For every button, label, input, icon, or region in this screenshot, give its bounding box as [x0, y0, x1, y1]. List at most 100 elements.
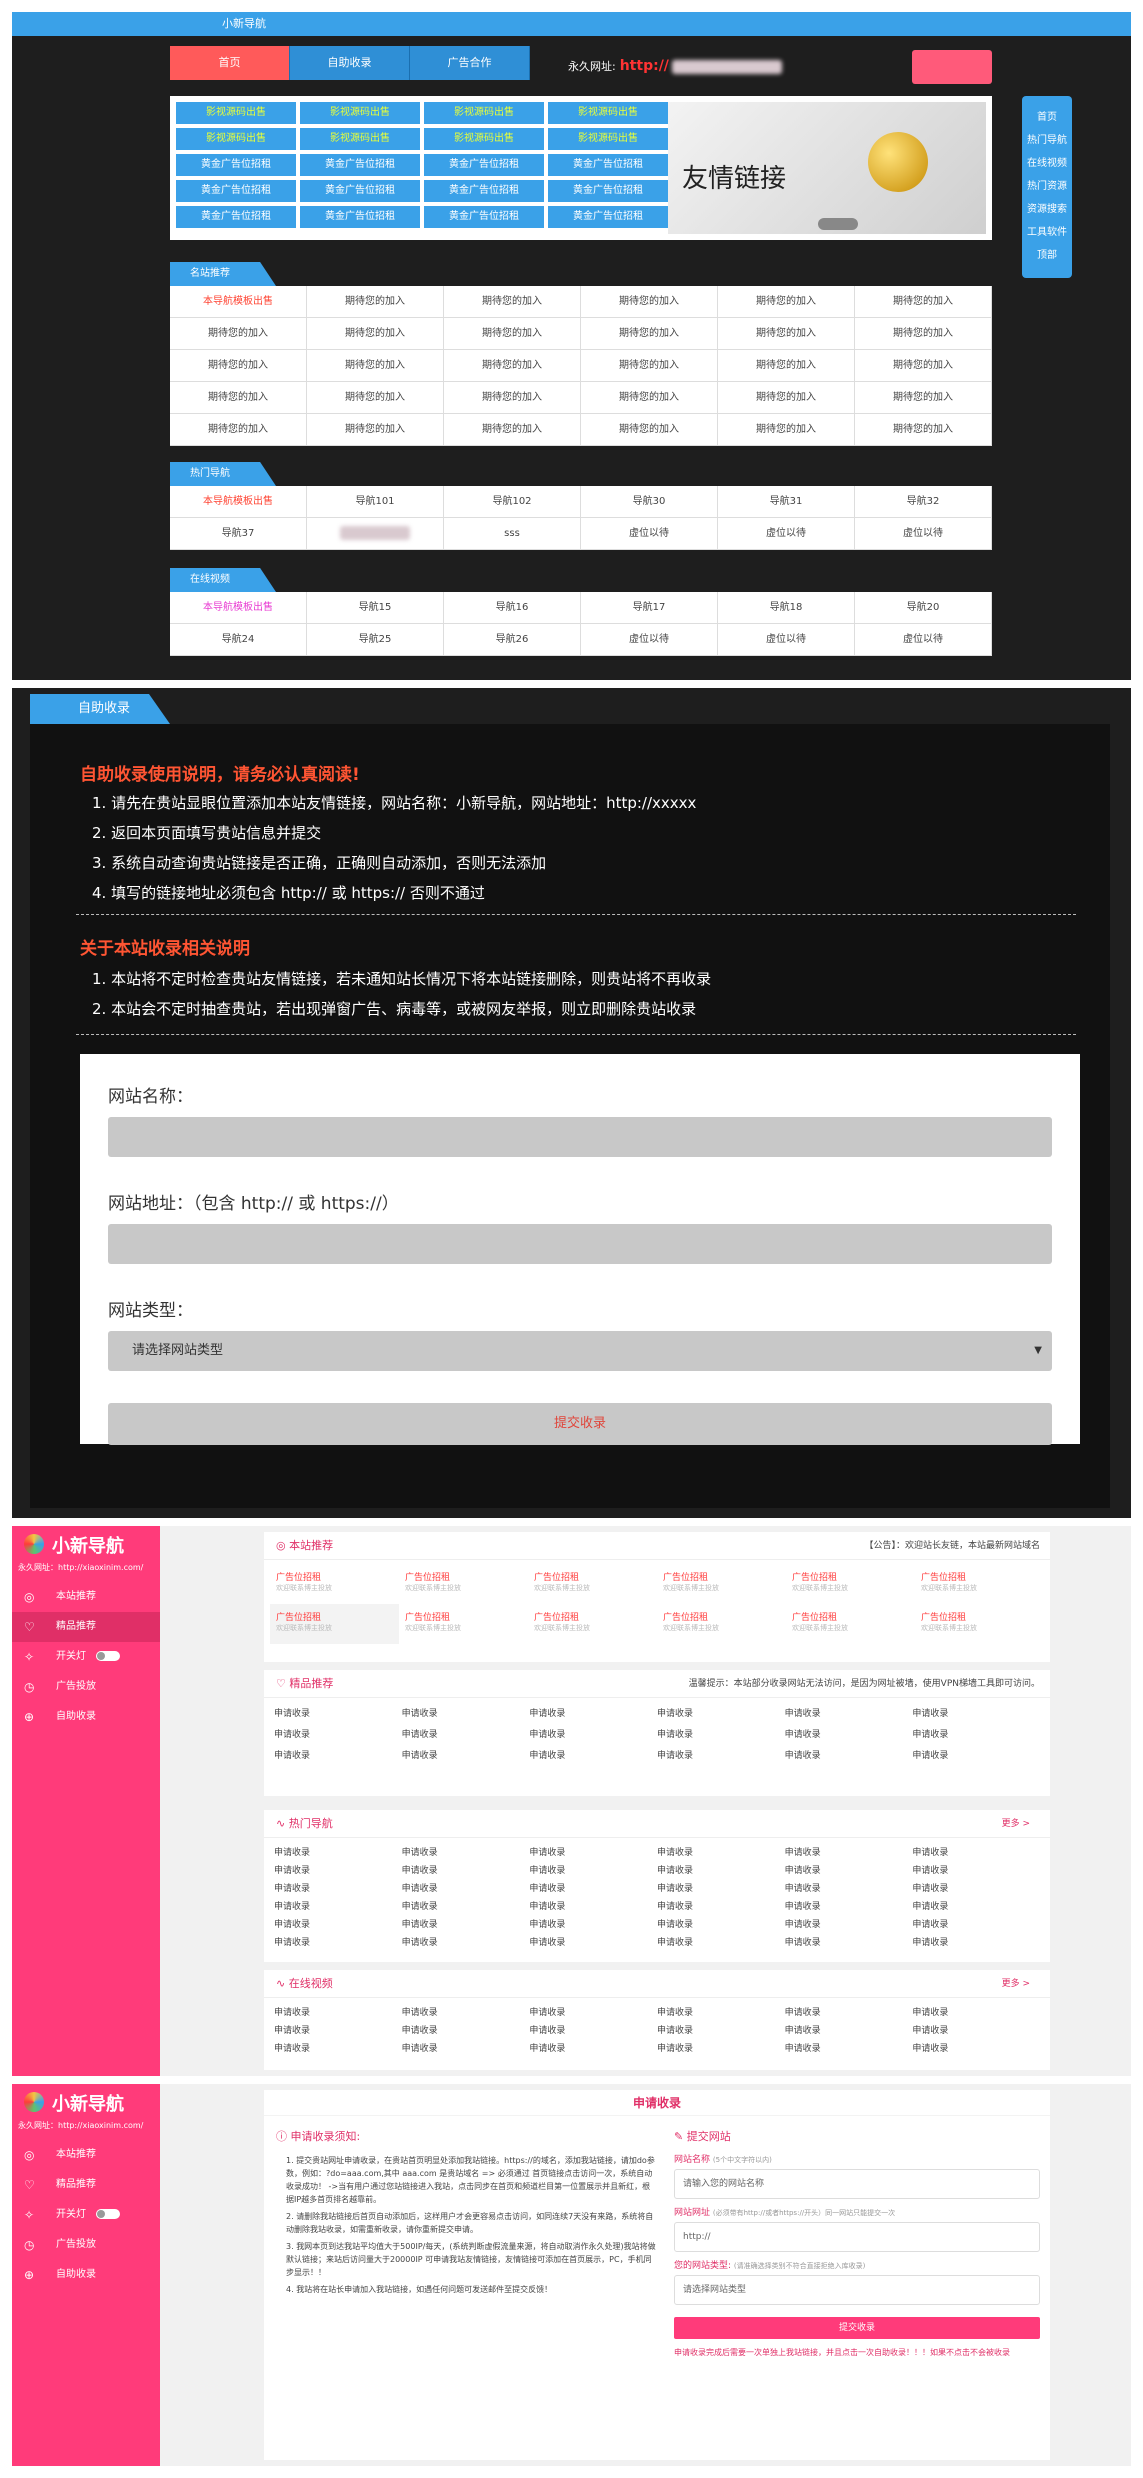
list-item[interactable]: 申请收录: [402, 1934, 530, 1952]
ad-slot[interactable]: 黄金广告位招租: [424, 180, 544, 202]
list-item[interactable]: 申请收录: [785, 1898, 913, 1916]
list-item[interactable]: 申请收录: [402, 1898, 530, 1916]
list-item[interactable]: 申请收录: [657, 1746, 785, 1767]
list-item[interactable]: 申请收录: [529, 1704, 657, 1725]
grid-cell[interactable]: 期待您的加入: [170, 318, 307, 350]
list-item[interactable]: 申请收录: [785, 1934, 913, 1952]
list-item[interactable]: 申请收录: [274, 1844, 402, 1862]
list-item[interactable]: 申请收录: [657, 1916, 785, 1934]
site-type-select[interactable]: 请选择网站类型: [108, 1331, 1052, 1371]
grid-cell[interactable]: 本导航模板出售: [170, 286, 307, 318]
grid-cell[interactable]: 导航18: [718, 592, 855, 624]
ad-card[interactable]: 广告位招租 欢迎联系博主投放: [915, 1564, 1044, 1604]
ad-slot[interactable]: 影视源码出售: [300, 102, 420, 124]
grid-cell[interactable]: 导航26: [444, 624, 581, 656]
list-item[interactable]: 申请收录: [274, 2004, 402, 2022]
light-toggle[interactable]: [96, 1651, 120, 1661]
ad-slot[interactable]: 影视源码出售: [424, 102, 544, 124]
grid-cell[interactable]: 期待您的加入: [444, 382, 581, 414]
list-item[interactable]: 申请收录: [912, 1725, 1040, 1746]
grid-cell[interactable]: 期待您的加入: [444, 318, 581, 350]
grid-cell[interactable]: 期待您的加入: [581, 318, 718, 350]
list-item[interactable]: 申请收录: [657, 1862, 785, 1880]
ad-card[interactable]: 广告位招租 欢迎联系博主投放: [528, 1604, 657, 1644]
ad-slot[interactable]: 黄金广告位招租: [176, 154, 296, 176]
list-item[interactable]: 申请收录: [785, 2004, 913, 2022]
ad-slot[interactable]: 影视源码出售: [176, 102, 296, 124]
list-item[interactable]: 申请收录: [912, 1746, 1040, 1767]
list-item[interactable]: 申请收录: [657, 2022, 785, 2040]
type-select[interactable]: 请选择网站类型: [674, 2275, 1040, 2305]
more-link[interactable]: 更多 >: [1002, 1970, 1030, 1998]
ad-slot[interactable]: 影视源码出售: [176, 128, 296, 150]
list-item[interactable]: 申请收录: [912, 2004, 1040, 2022]
grid-cell[interactable]: 期待您的加入: [170, 414, 307, 446]
ad-slot[interactable]: 黄金广告位招租: [176, 180, 296, 202]
grid-cell[interactable]: 导航31: [718, 486, 855, 518]
list-item[interactable]: 申请收录: [402, 2022, 530, 2040]
grid-cell[interactable]: 期待您的加入: [855, 350, 992, 382]
name-input[interactable]: 请输入您的网站名称: [674, 2169, 1040, 2199]
ad-slot[interactable]: 黄金广告位招租: [548, 154, 668, 176]
sidebar-item-ads[interactable]: ◷ 广告投放: [12, 2230, 160, 2260]
list-item[interactable]: 申请收录: [529, 1862, 657, 1880]
grid-cell[interactable]: 期待您的加入: [444, 350, 581, 382]
grid-cell[interactable]: 本导航模板出售: [170, 486, 307, 518]
grid-cell[interactable]: 导航37: [170, 518, 307, 550]
ad-card[interactable]: 广告位招租 欢迎联系博主投放: [786, 1564, 915, 1604]
ad-slot[interactable]: 黄金广告位招租: [300, 154, 420, 176]
grid-cell[interactable]: 期待您的加入: [718, 382, 855, 414]
list-item[interactable]: 申请收录: [529, 2040, 657, 2058]
list-item[interactable]: 申请收录: [529, 1725, 657, 1746]
list-item[interactable]: 申请收录: [529, 1934, 657, 1952]
ad-slot[interactable]: 黄金广告位招租: [176, 206, 296, 228]
list-item[interactable]: 申请收录: [402, 2040, 530, 2058]
submit-button[interactable]: 提交收录: [108, 1403, 1052, 1445]
list-item[interactable]: 申请收录: [785, 1880, 913, 1898]
list-item[interactable]: 申请收录: [912, 1916, 1040, 1934]
grid-cell[interactable]: 期待您的加入: [718, 350, 855, 382]
list-item[interactable]: 申请收录: [274, 1880, 402, 1898]
ad-card[interactable]: 广告位招租 欢迎联系博主投放: [915, 1604, 1044, 1644]
grid-cell[interactable]: 导航16: [444, 592, 581, 624]
list-item[interactable]: 申请收录: [912, 1898, 1040, 1916]
site-url-input[interactable]: [108, 1224, 1052, 1264]
grid-cell[interactable]: 虚位以待: [581, 624, 718, 656]
list-item[interactable]: 申请收录: [529, 1746, 657, 1767]
list-item[interactable]: 申请收录: [657, 1704, 785, 1725]
sidebar-item-submit[interactable]: ⊕ 自助收录: [12, 1702, 160, 1732]
list-item[interactable]: 申请收录: [912, 1704, 1040, 1725]
ad-card[interactable]: 广告位招租 欢迎联系博主投放: [270, 1604, 399, 1644]
ad-card[interactable]: 广告位招租 欢迎联系博主投放: [528, 1564, 657, 1604]
grid-cell[interactable]: 期待您的加入: [855, 414, 992, 446]
list-item[interactable]: 申请收录: [529, 1844, 657, 1862]
grid-cell[interactable]: 期待您的加入: [170, 350, 307, 382]
list-item[interactable]: 申请收录: [402, 2004, 530, 2022]
grid-cell[interactable]: 导航32: [855, 486, 992, 518]
list-item[interactable]: 申请收录: [402, 1916, 530, 1934]
ad-card[interactable]: 广告位招租 欢迎联系博主投放: [399, 1564, 528, 1604]
sidebar-item-featured[interactable]: ♡ 精品推荐: [12, 2170, 160, 2200]
sidebar-item-light[interactable]: ✧ 开关灯: [12, 2200, 160, 2230]
light-toggle[interactable]: [96, 2209, 120, 2219]
grid-cell[interactable]: 期待您的加入: [307, 286, 444, 318]
grid-cell[interactable]: 导航17: [581, 592, 718, 624]
blurred-button[interactable]: [912, 50, 992, 84]
nav-ads[interactable]: 广告合作: [410, 46, 530, 80]
list-item[interactable]: 申请收录: [785, 2040, 913, 2058]
list-item[interactable]: 申请收录: [785, 2022, 913, 2040]
grid-cell[interactable]: 虚位以待: [855, 518, 992, 550]
list-item[interactable]: 申请收录: [274, 1704, 402, 1725]
friend-link-banner[interactable]: 友情链接: [668, 102, 986, 234]
ad-card[interactable]: 广告位招租 欢迎联系博主投放: [270, 1564, 399, 1604]
list-item[interactable]: 申请收录: [657, 1934, 785, 1952]
grid-cell[interactable]: 导航102: [444, 486, 581, 518]
side-top[interactable]: 顶部: [1022, 244, 1072, 267]
url-input[interactable]: http://: [674, 2222, 1040, 2252]
grid-cell[interactable]: 导航20: [855, 592, 992, 624]
list-item[interactable]: 申请收录: [657, 1898, 785, 1916]
list-item[interactable]: 申请收录: [657, 2040, 785, 2058]
grid-cell[interactable]: 期待您的加入: [581, 414, 718, 446]
list-item[interactable]: 申请收录: [657, 2004, 785, 2022]
grid-cell[interactable]: 虚位以待: [718, 518, 855, 550]
